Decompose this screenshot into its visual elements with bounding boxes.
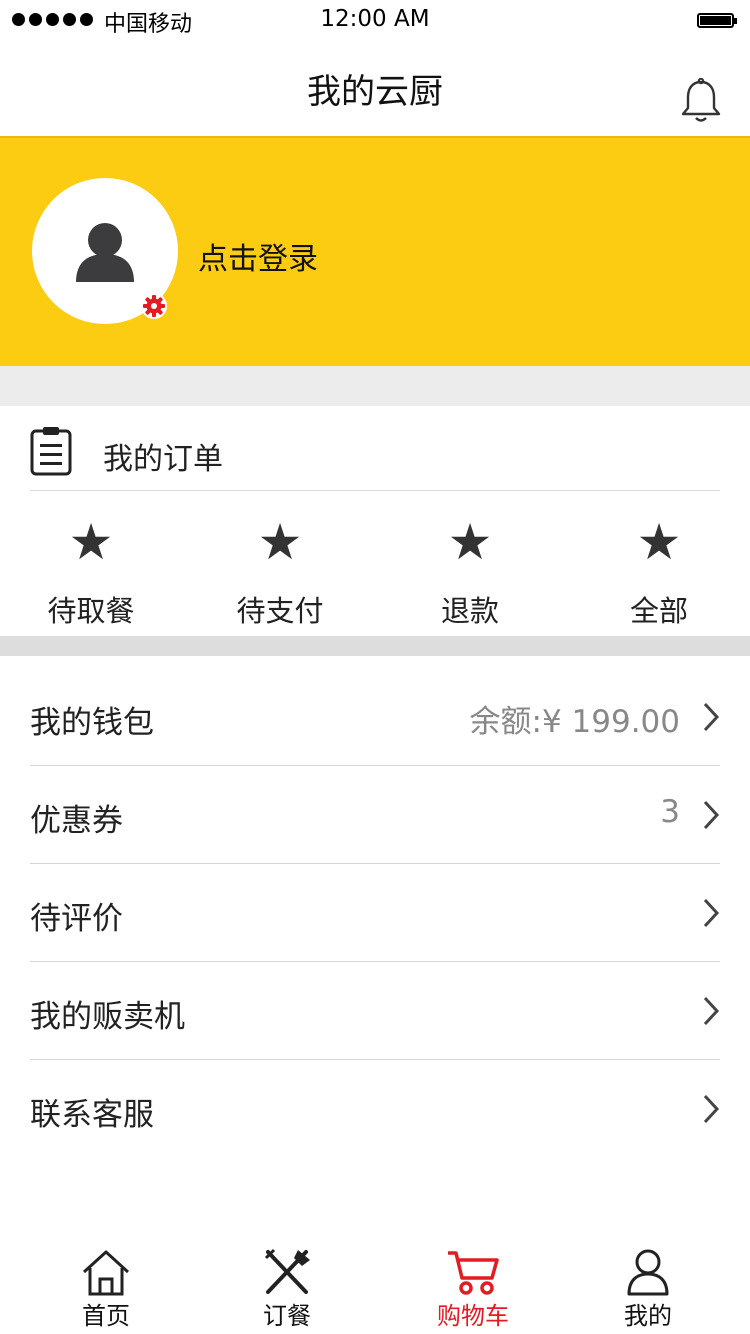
- chevron-right-icon: [703, 1094, 720, 1124]
- order-status-label: 待取餐: [47, 594, 135, 628]
- user-silhouette-icon: [76, 223, 134, 282]
- page-title: 我的云厨: [307, 72, 443, 112]
- order-status-label: 退款: [440, 594, 499, 628]
- tab-label: 购物车: [437, 1302, 509, 1330]
- profile-banner: 点击登录: [0, 136, 750, 366]
- menu-item-label: 我的贩卖机: [30, 999, 185, 1035]
- login-link[interactable]: 点击登录: [198, 234, 318, 278]
- chevron-right-icon: [703, 898, 720, 928]
- menu-item-label: 优惠券: [30, 803, 123, 839]
- star-icon: ★: [447, 513, 493, 571]
- menu-item-to-review[interactable]: 待评价: [0, 864, 750, 962]
- chevron-right-icon: [703, 996, 720, 1026]
- cart-icon: [448, 1251, 499, 1295]
- order-status-label: 全部: [629, 594, 688, 628]
- order-status-label: 待支付: [236, 594, 324, 628]
- order-status-pending-pickup[interactable]: ★ 待取餐: [21, 492, 161, 636]
- menu-item-label: 联系客服: [30, 1097, 154, 1133]
- star-icon: ★: [636, 513, 682, 571]
- nav-bar: 我的云厨: [0, 40, 750, 136]
- menu-item-label: 待评价: [30, 901, 123, 937]
- bell-icon[interactable]: [680, 78, 722, 124]
- wallet-balance: 余额:¥ 199.00: [469, 704, 681, 740]
- status-bar: 中国移动 12:00 AM: [0, 0, 750, 40]
- tab-order-food[interactable]: 订餐: [212, 1240, 362, 1334]
- menu-item-label: 我的钱包: [30, 705, 154, 741]
- tab-bar: 首页 订餐 购物车 我的: [0, 1240, 750, 1334]
- order-status-refund[interactable]: ★ 退款: [400, 492, 540, 636]
- chevron-right-icon: [703, 702, 720, 732]
- order-status-all[interactable]: ★ 全部: [589, 492, 729, 636]
- settings-list: 我的钱包 余额:¥ 199.00 优惠券 3 待评价 我的贩卖机 联系客服: [0, 668, 750, 1158]
- tab-label: 首页: [82, 1302, 130, 1330]
- tab-label: 我的: [624, 1302, 672, 1330]
- battery-icon: [697, 13, 737, 28]
- order-status-pending-payment[interactable]: ★ 待支付: [210, 492, 350, 636]
- clipboard-icon: [30, 427, 72, 476]
- menu-item-customer-service[interactable]: 联系客服: [0, 1060, 750, 1158]
- star-icon: ★: [257, 513, 303, 571]
- tab-me[interactable]: 我的: [573, 1240, 723, 1334]
- chevron-right-icon: [703, 800, 720, 830]
- utensils-icon: [264, 1248, 310, 1294]
- home-icon: [82, 1250, 130, 1296]
- menu-item-vending-machines[interactable]: 我的贩卖机: [0, 962, 750, 1060]
- coupon-count: 3: [660, 794, 680, 830]
- section-divider: [0, 366, 750, 406]
- menu-item-wallet[interactable]: 我的钱包 余额:¥ 199.00: [0, 668, 750, 766]
- gear-icon[interactable]: [140, 292, 168, 320]
- tab-home[interactable]: 首页: [31, 1240, 181, 1334]
- carrier-name: 中国移动: [104, 12, 193, 37]
- divider: [30, 490, 720, 491]
- tab-cart[interactable]: 购物车: [398, 1240, 548, 1334]
- section-divider: [0, 636, 750, 656]
- star-icon: ★: [68, 513, 114, 571]
- my-orders-header[interactable]: 我的订单: [0, 406, 750, 492]
- menu-item-coupons[interactable]: 优惠券 3: [0, 766, 750, 864]
- tab-label: 订餐: [263, 1302, 311, 1330]
- my-orders-title: 我的订单: [103, 442, 223, 477]
- user-icon: [627, 1249, 669, 1296]
- signal-strength-icon: [12, 13, 93, 26]
